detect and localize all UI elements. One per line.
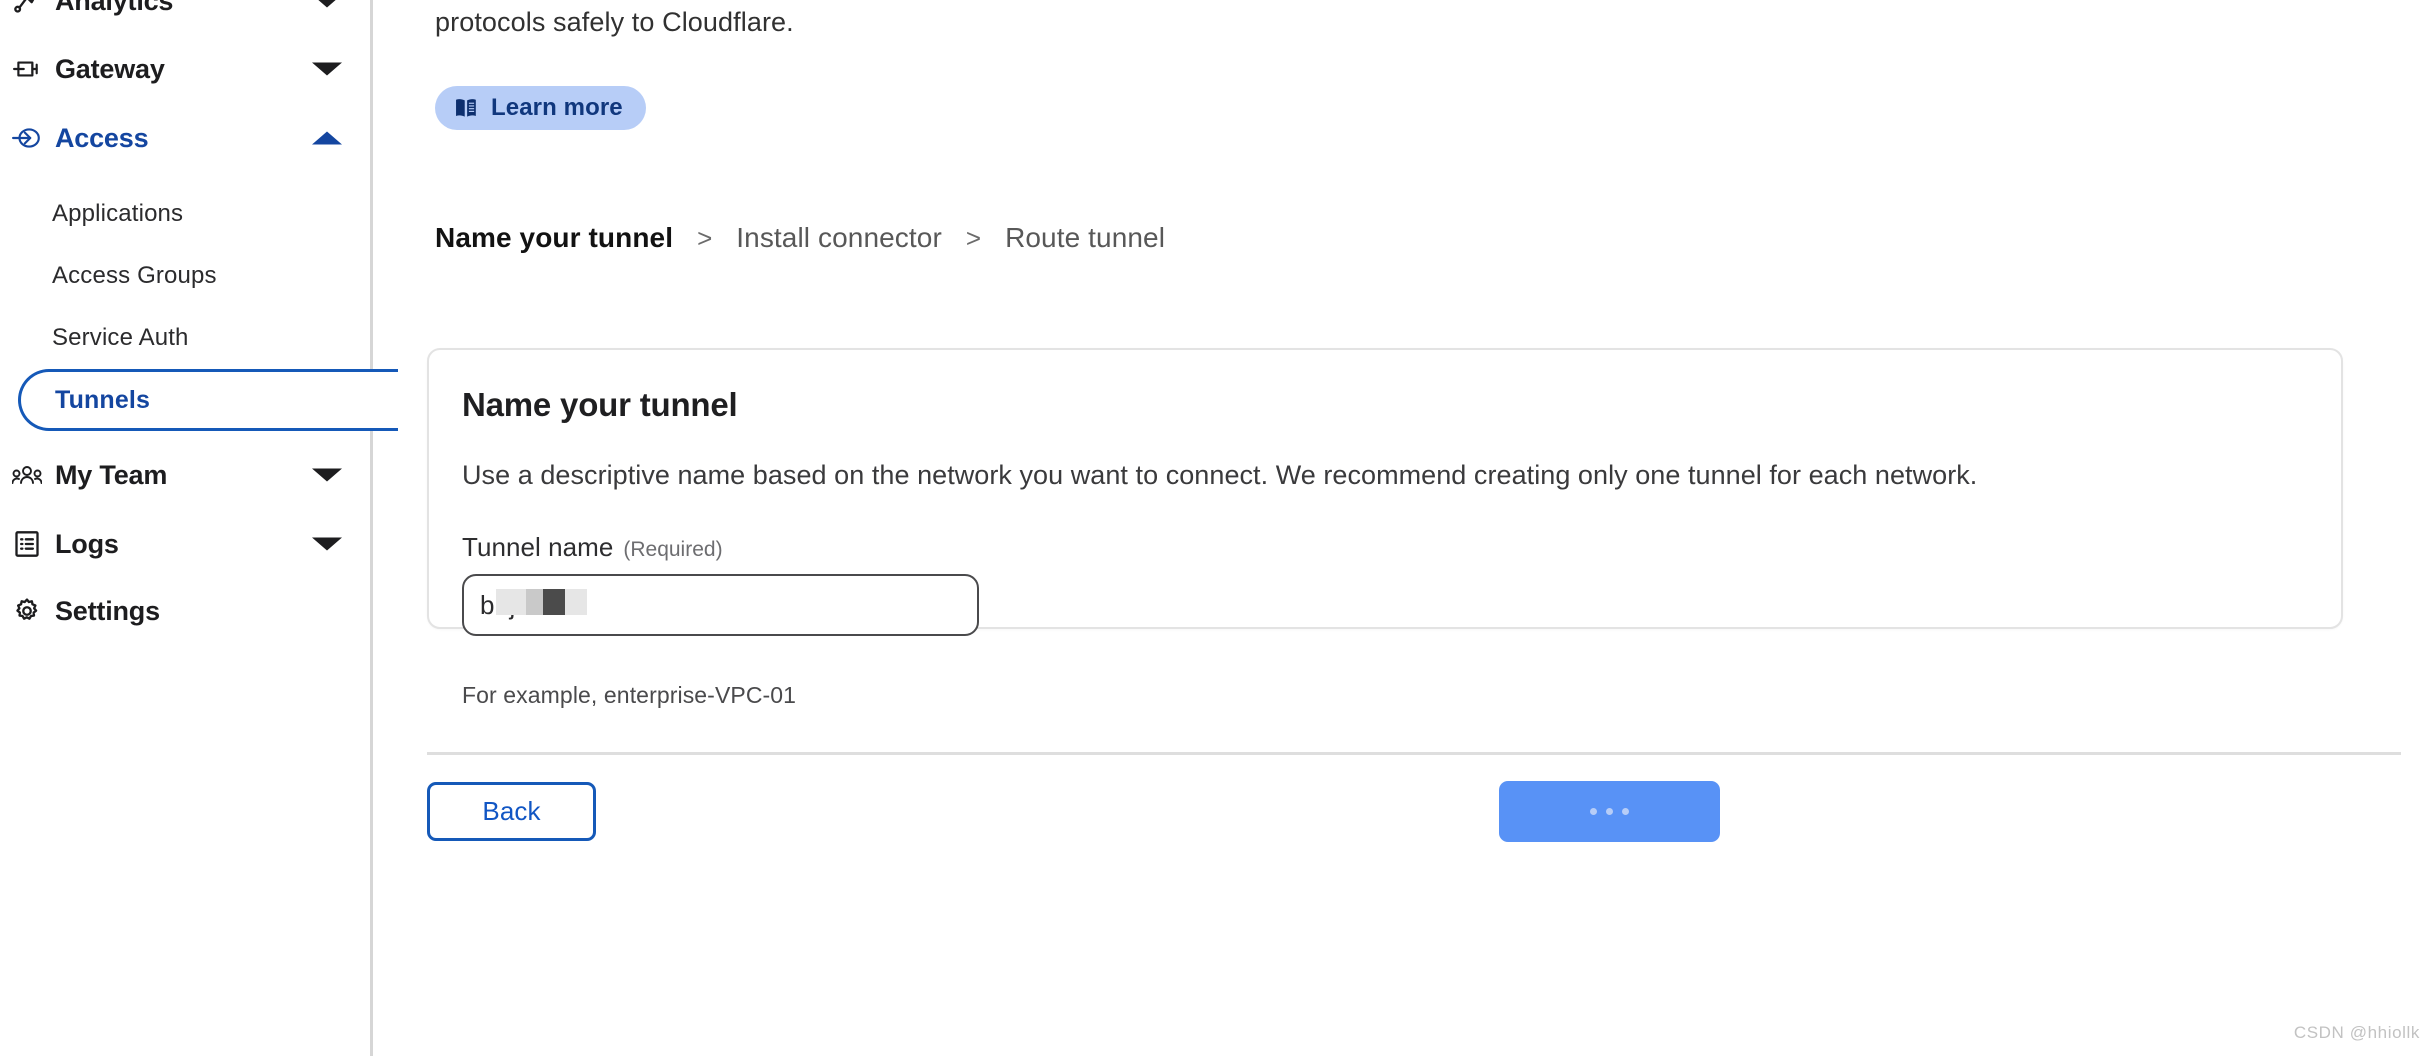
chevron-down-icon[interactable] bbox=[312, 62, 342, 76]
card-title: Name your tunnel bbox=[462, 386, 738, 423]
intro-paragraph: protocols safely to Cloudflare. bbox=[435, 7, 794, 37]
sidebar-subitem-label: Service Auth bbox=[52, 324, 189, 351]
logs-icon bbox=[8, 530, 46, 558]
main-content: protocols safely to Cloudflare. Learn mo… bbox=[373, 0, 2428, 1056]
sidebar-item-logs[interactable]: Logs bbox=[0, 521, 373, 567]
name-tunnel-card: Name your tunnel Use a descriptive name … bbox=[427, 348, 2343, 708]
sidebar-item-label: Logs bbox=[55, 528, 119, 559]
sidebar-item-applications[interactable]: Applications bbox=[0, 191, 373, 237]
chevron-down-icon[interactable] bbox=[312, 0, 342, 8]
breadcrumb-separator: > bbox=[697, 223, 713, 253]
sidebar-item-analytics[interactable]: Analytics bbox=[0, 0, 373, 24]
chevron-up-icon[interactable] bbox=[312, 131, 342, 145]
tunnel-name-hint: For example, enterprise-VPC-01 bbox=[462, 682, 797, 708]
access-icon bbox=[8, 126, 46, 150]
required-indicator: (Required) bbox=[623, 538, 723, 561]
next-button-loading[interactable] bbox=[1499, 781, 1720, 842]
sidebar-item-label: Gateway bbox=[55, 53, 165, 84]
sidebar-item-tunnels[interactable]: Tunnels bbox=[18, 369, 398, 431]
footer-divider bbox=[427, 752, 2401, 755]
tunnel-name-label: Tunnel name bbox=[462, 532, 614, 562]
step-breadcrumb: Name your tunnel > Install connector > R… bbox=[435, 222, 1165, 254]
gateway-icon bbox=[8, 56, 46, 82]
sidebar-item-access-groups[interactable]: Access Groups bbox=[0, 253, 373, 299]
tunnel-name-input[interactable] bbox=[462, 574, 979, 636]
zero-trust-tunnel-page: Analytics Gateway Access Applications Ac… bbox=[0, 0, 2428, 1056]
chevron-down-icon[interactable] bbox=[312, 468, 342, 482]
sidebar-item-gateway[interactable]: Gateway bbox=[0, 46, 373, 92]
sidebar-item-access[interactable]: Access bbox=[0, 115, 373, 161]
sidebar-item-label: Analytics bbox=[55, 0, 174, 16]
sidebar-item-service-auth[interactable]: Service Auth bbox=[0, 315, 373, 361]
learn-more-label: Learn more bbox=[491, 94, 623, 121]
sidebar-subitem-label: Tunnels bbox=[55, 385, 151, 414]
sidebar-item-label: My Team bbox=[55, 459, 168, 490]
loading-dot-icon bbox=[1606, 808, 1613, 815]
breadcrumb-separator: > bbox=[965, 223, 982, 253]
team-icon bbox=[8, 464, 46, 486]
sidebar-item-settings[interactable]: Settings bbox=[0, 588, 373, 634]
loading-dot-icon bbox=[1622, 808, 1629, 815]
sidebar-item-label: Access bbox=[55, 122, 149, 153]
watermark: CSDN @hhiollk bbox=[2293, 1023, 2420, 1042]
chevron-down-icon[interactable] bbox=[312, 537, 342, 551]
step-name-your-tunnel[interactable]: Name your tunnel bbox=[435, 222, 673, 254]
sidebar-subitem-label: Applications bbox=[52, 200, 184, 227]
sidebar-subitem-label: Access Groups bbox=[52, 262, 217, 289]
loading-dot-icon bbox=[1590, 808, 1597, 815]
sidebar-navigation: Analytics Gateway Access Applications Ac… bbox=[0, 0, 398, 1056]
card-description: Use a descriptive name based on the netw… bbox=[462, 460, 1978, 490]
analytics-icon bbox=[8, 0, 46, 15]
tunnel-name-label-row: Tunnel name (Required) bbox=[462, 532, 723, 563]
back-button[interactable]: Back bbox=[427, 782, 596, 841]
step-route-tunnel[interactable]: Route tunnel bbox=[1005, 222, 1165, 254]
learn-more-button[interactable]: Learn more bbox=[435, 86, 646, 130]
book-icon bbox=[455, 98, 478, 118]
step-install-connector[interactable]: Install connector bbox=[736, 222, 942, 254]
gear-icon bbox=[8, 597, 46, 625]
sidebar-item-my-team[interactable]: My Team bbox=[0, 452, 373, 498]
sidebar-item-label: Settings bbox=[55, 595, 160, 626]
